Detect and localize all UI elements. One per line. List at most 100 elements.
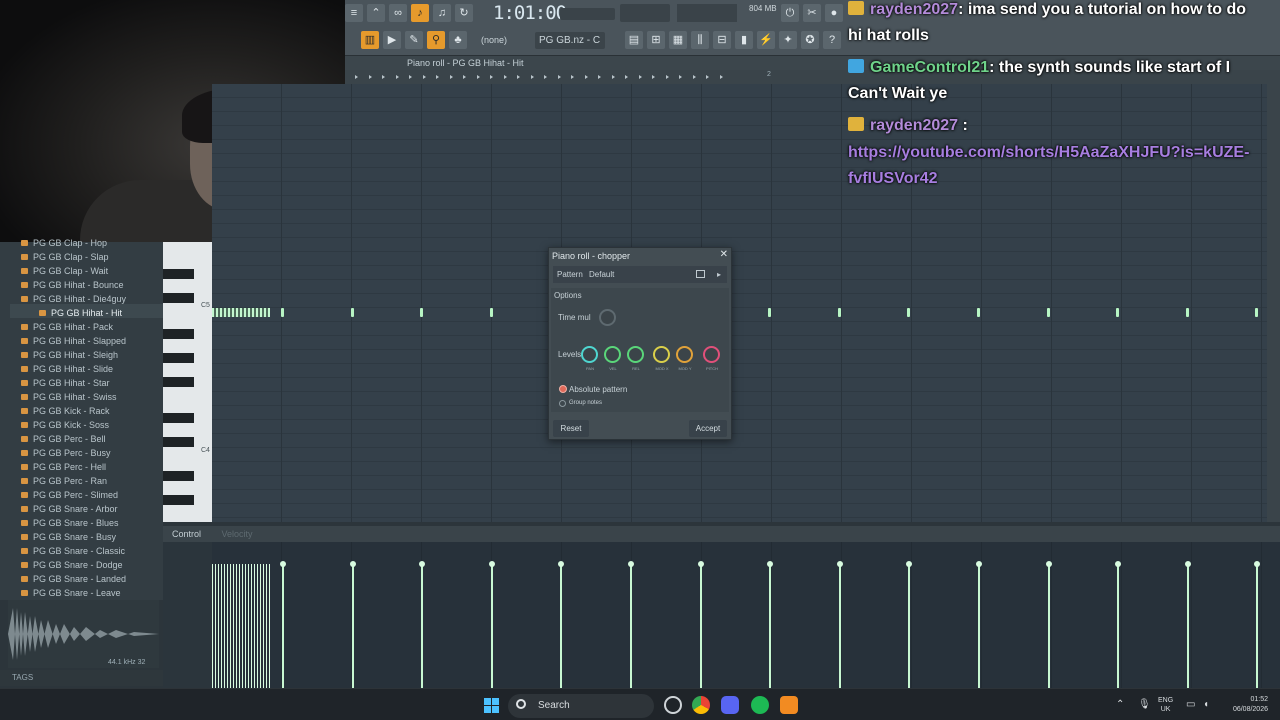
level-knob[interactable] bbox=[703, 346, 720, 363]
reset-button[interactable]: Reset bbox=[553, 420, 589, 437]
black-key[interactable] bbox=[163, 495, 194, 505]
discord-icon[interactable] bbox=[721, 696, 739, 714]
loop-record-icon[interactable]: ↻ bbox=[455, 4, 473, 22]
note[interactable] bbox=[837, 308, 841, 317]
song-time-display[interactable]: 1:01:00 bbox=[493, 2, 567, 26]
browser-item[interactable]: PG GB Clap - Slap bbox=[21, 250, 109, 264]
preset-select[interactable]: PG GB.nz - C bbox=[535, 32, 605, 49]
browser-item[interactable]: PG GB Kick - Rack bbox=[21, 404, 110, 418]
tags-bar[interactable]: TAGS bbox=[0, 670, 163, 686]
wait-icon[interactable]: ∞ bbox=[389, 4, 407, 22]
velocity-bar[interactable] bbox=[558, 561, 565, 688]
piano-roll-icon[interactable]: ⊞ bbox=[647, 31, 665, 49]
note[interactable] bbox=[350, 308, 354, 317]
black-key[interactable] bbox=[163, 437, 194, 447]
velocity-bar[interactable] bbox=[1254, 561, 1261, 688]
browser-item[interactable]: PG GB Kick - Soss bbox=[20, 418, 109, 432]
browser-item[interactable]: PG GB Hihat - Star bbox=[21, 376, 110, 390]
metronome-icon[interactable]: ⌃ bbox=[367, 4, 385, 22]
arrow-right-icon[interactable]: ▸ bbox=[717, 266, 721, 283]
network-icon[interactable]: ▭ bbox=[1186, 699, 1195, 710]
countdown-icon[interactable]: ♪ bbox=[411, 4, 429, 22]
black-key[interactable] bbox=[163, 353, 194, 363]
note[interactable] bbox=[977, 308, 980, 317]
browser-item[interactable]: PG GB Snare - Arbor bbox=[21, 502, 118, 516]
mixer-icon[interactable]: ⫼ bbox=[691, 31, 709, 49]
time-mul-knob[interactable] bbox=[599, 309, 616, 326]
velocity-bar[interactable] bbox=[628, 561, 634, 688]
browser-item[interactable]: PG GB Snare - Landed bbox=[20, 572, 126, 586]
browser-icon[interactable]: ▮ bbox=[735, 31, 753, 49]
velocity-bar[interactable] bbox=[836, 561, 843, 688]
level-knob[interactable] bbox=[653, 346, 670, 363]
browser-item[interactable]: PG GB Hihat - Slapped bbox=[20, 334, 126, 348]
browser-item[interactable]: PG GB Hihat - Swiss bbox=[21, 390, 117, 404]
snap-icon[interactable]: ▥ bbox=[361, 31, 379, 49]
browser-item[interactable]: PG GB Snare - Dodge bbox=[21, 558, 123, 572]
help-icon[interactable]: ? bbox=[823, 31, 841, 49]
browser-item[interactable]: PG GB Clap - Wait bbox=[20, 264, 108, 278]
plug-icon[interactable]: ⚡ bbox=[757, 31, 775, 49]
browser-item[interactable]: PG GB Perc - Bell bbox=[21, 432, 106, 446]
power-icon[interactable]: ⏻ bbox=[781, 4, 799, 22]
note[interactable] bbox=[768, 308, 772, 317]
velocity-bar[interactable] bbox=[767, 561, 774, 688]
mic-icon[interactable]: ● bbox=[825, 4, 843, 22]
browser-item[interactable]: PG GB Perc - Ran bbox=[20, 474, 107, 488]
note[interactable] bbox=[420, 308, 424, 317]
level-knob[interactable] bbox=[604, 346, 621, 363]
level-knob[interactable] bbox=[627, 346, 644, 363]
news-icon[interactable]: ✪ bbox=[801, 31, 819, 49]
language-indicator[interactable]: ENG UK bbox=[1158, 696, 1173, 714]
velocity-bar[interactable] bbox=[419, 561, 426, 688]
velocity-bar[interactable] bbox=[1045, 561, 1052, 688]
menu-icon[interactable]: ≡ bbox=[345, 4, 363, 22]
browser-item[interactable]: PG GB Snare - Busy bbox=[20, 530, 116, 544]
spotify-icon[interactable] bbox=[751, 696, 769, 714]
absolute-pattern-radio[interactable] bbox=[559, 385, 567, 393]
plugin-icon[interactable]: ⊟ bbox=[713, 31, 731, 49]
note-roll-cluster[interactable] bbox=[212, 308, 270, 317]
taskbar-clock[interactable]: 01:52 06/08/2026 bbox=[1222, 695, 1268, 715]
velocity-bar[interactable] bbox=[349, 561, 356, 688]
level-knob[interactable] bbox=[676, 346, 693, 363]
wrench-icon[interactable]: ✦ bbox=[779, 31, 797, 49]
note[interactable] bbox=[1185, 308, 1189, 317]
browser-item[interactable]: PG GB Perc - Hell bbox=[20, 460, 106, 474]
black-key[interactable] bbox=[163, 269, 194, 279]
pattern-display[interactable] bbox=[620, 4, 670, 22]
close-icon[interactable]: ✕ bbox=[720, 249, 728, 260]
note[interactable] bbox=[1255, 308, 1259, 317]
note[interactable] bbox=[1046, 308, 1050, 317]
link-icon[interactable]: ⚲ bbox=[427, 31, 445, 49]
chopper-title[interactable]: Piano roll - chopper bbox=[549, 248, 731, 265]
fl-studio-icon[interactable] bbox=[780, 696, 798, 714]
playlist-icon[interactable]: ▤ bbox=[625, 31, 643, 49]
black-key[interactable] bbox=[163, 413, 194, 423]
note[interactable] bbox=[489, 308, 493, 317]
browser-item[interactable]: PG GB Clap - Hop bbox=[20, 236, 107, 250]
browser-item[interactable]: PG GB Hihat - Hit bbox=[38, 306, 122, 320]
browser-item[interactable]: PG GB Snare - Blues bbox=[21, 516, 119, 530]
playback-icon[interactable]: ▶ bbox=[383, 31, 401, 49]
velocity-bar[interactable] bbox=[488, 561, 495, 688]
velocity-lane[interactable] bbox=[212, 542, 1280, 688]
note[interactable] bbox=[281, 308, 284, 317]
taskbar-search[interactable]: Search bbox=[508, 694, 654, 718]
browser-item[interactable]: PG GB Hihat - Die4guy bbox=[20, 292, 126, 306]
windows-start-icon[interactable] bbox=[484, 698, 499, 713]
step-edit-icon[interactable]: ♫ bbox=[433, 4, 451, 22]
pattern-none-select[interactable]: (none) bbox=[481, 32, 527, 49]
widgets-icon[interactable] bbox=[664, 696, 682, 714]
note[interactable] bbox=[907, 308, 911, 317]
accept-button[interactable]: Accept bbox=[689, 420, 727, 437]
absolute-pattern-label[interactable]: Absolute pattern bbox=[569, 385, 627, 394]
browser-item[interactable]: PG GB Snare - Classic bbox=[20, 544, 125, 558]
control-param-label[interactable]: Velocity bbox=[222, 529, 253, 539]
cut-icon[interactable]: ✂ bbox=[803, 4, 821, 22]
level-knob[interactable] bbox=[581, 346, 598, 363]
volume-icon[interactable]: ◖ bbox=[1203, 699, 1209, 710]
chevron-up-icon[interactable]: ⌃ bbox=[1116, 699, 1124, 710]
control-label[interactable]: Control bbox=[172, 529, 201, 539]
velocity-bar[interactable] bbox=[1115, 561, 1122, 688]
